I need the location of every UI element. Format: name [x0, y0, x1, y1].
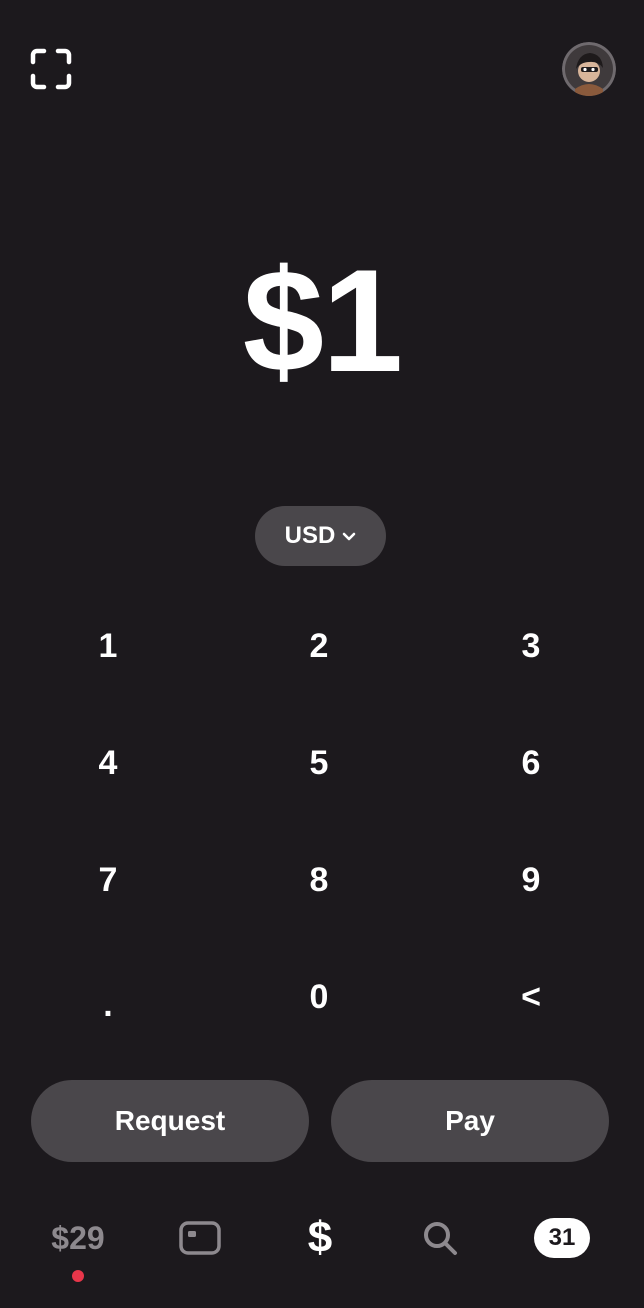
notification-dot	[72, 1270, 84, 1282]
tab-cash[interactable]: $	[290, 1208, 350, 1268]
keypad-key-8[interactable]: 8	[239, 830, 399, 930]
chevron-down-icon	[343, 532, 356, 541]
tab-card[interactable]	[170, 1208, 230, 1268]
keypad-key-decimal[interactable]: .	[28, 955, 188, 1055]
qr-scan-icon	[30, 48, 72, 90]
activity-badge: 31	[534, 1218, 590, 1258]
keypad-key-0[interactable]: 0	[239, 947, 399, 1047]
keypad-key-2[interactable]: 2	[239, 596, 399, 696]
keypad-key-3[interactable]: 3	[451, 596, 611, 696]
profile-avatar[interactable]	[562, 42, 616, 96]
search-icon	[424, 1222, 457, 1255]
keypad-key-7[interactable]: 7	[28, 830, 188, 930]
tab-search[interactable]	[410, 1208, 470, 1268]
tab-activity[interactable]: 31	[530, 1208, 594, 1268]
request-button[interactable]: Request	[31, 1080, 309, 1162]
keypad-key-backspace[interactable]: <	[451, 947, 611, 1047]
currency-selector[interactable]: USD	[255, 506, 386, 566]
qr-scan-button[interactable]	[26, 44, 76, 94]
tab-balance[interactable]: $29	[38, 1208, 118, 1268]
currency-label: USD	[284, 522, 336, 549]
cash-app-screen: $1 USD 1 2 3 4 5 6 7 8 9 . 0 < Request P…	[0, 0, 644, 1308]
payment-amount: $1	[242, 239, 403, 402]
keypad-key-1[interactable]: 1	[28, 596, 188, 696]
keypad-key-4[interactable]: 4	[28, 713, 188, 813]
keypad-key-5[interactable]: 5	[239, 713, 399, 813]
keypad-key-6[interactable]: 6	[451, 713, 611, 813]
pay-button[interactable]: Pay	[331, 1080, 609, 1162]
keypad-key-9[interactable]: 9	[451, 830, 611, 930]
card-icon	[179, 1221, 221, 1255]
avatar-icon	[562, 42, 616, 96]
